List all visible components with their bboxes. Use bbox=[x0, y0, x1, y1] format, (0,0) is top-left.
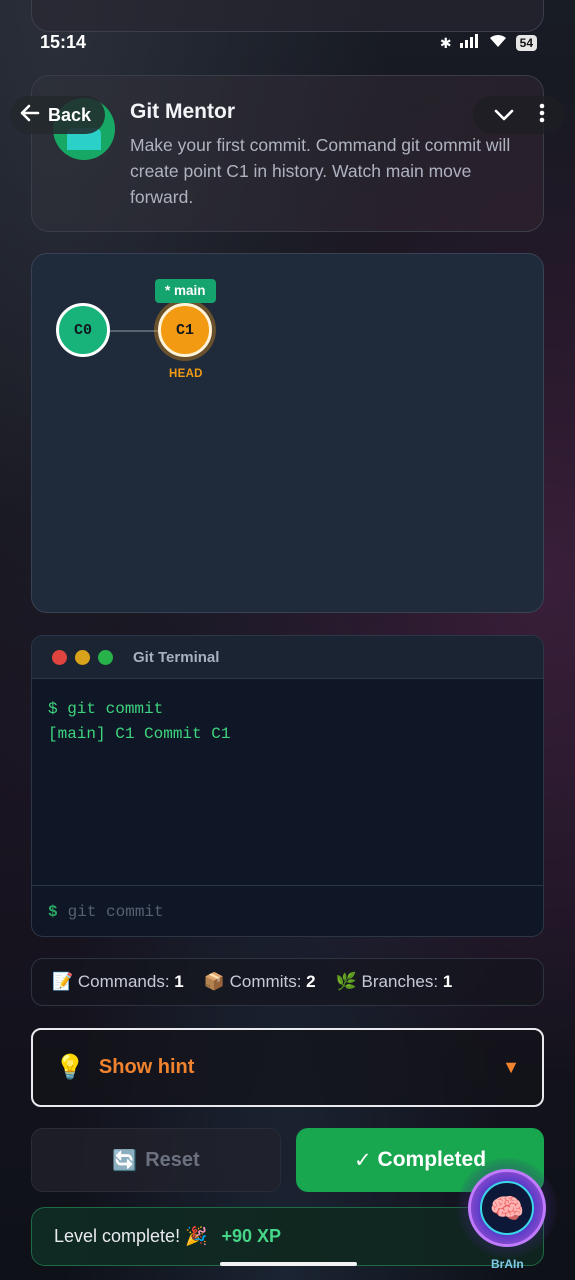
level-complete-text: Level complete! 🎉 bbox=[54, 1226, 208, 1246]
brain-icon: 🧠 bbox=[480, 1181, 534, 1235]
xp-reward: +90 XP bbox=[221, 1226, 282, 1246]
maximize-dot-icon bbox=[98, 649, 113, 665]
reset-label: Reset bbox=[145, 1148, 200, 1171]
commit-graph bbox=[31, 253, 544, 613]
git-terminal: Git Terminal $ git commit [main] C1 Comm… bbox=[31, 635, 544, 937]
previous-card bbox=[31, 0, 544, 32]
signal-icon bbox=[459, 33, 480, 53]
stat-commits-value: 2 bbox=[306, 972, 316, 991]
check-icon: ✓ bbox=[353, 1148, 372, 1172]
prompt-symbol: $ bbox=[48, 902, 58, 921]
back-button[interactable]: Back bbox=[10, 96, 106, 134]
stat-commands: 📝 Commands: 1 bbox=[52, 972, 184, 992]
wifi-icon bbox=[488, 33, 508, 53]
terminal-line: [main] C1 Commit C1 bbox=[48, 725, 231, 743]
stat-branches-value: 1 bbox=[442, 972, 453, 991]
terminal-title: Git Terminal bbox=[133, 648, 220, 666]
head-label: HEAD bbox=[169, 368, 203, 380]
home-indicator[interactable] bbox=[220, 1262, 357, 1266]
stat-commits: 📦 Commits: 2 bbox=[204, 972, 316, 992]
mentor-instruction: Make your first commit. Command git comm… bbox=[130, 135, 511, 207]
package-icon: 📦 bbox=[203, 972, 225, 991]
back-label: Back bbox=[48, 104, 92, 125]
commit-node-c1[interactable]: C1 bbox=[158, 303, 212, 357]
stat-commands-value: 1 bbox=[174, 972, 184, 991]
reset-button[interactable]: 🔄 Reset bbox=[31, 1128, 281, 1192]
chevron-down-icon[interactable] bbox=[494, 105, 514, 126]
reset-icon: 🔄 bbox=[112, 1149, 138, 1172]
brain-label: BrAIn bbox=[491, 1257, 524, 1271]
stat-branches-label: Branches: bbox=[361, 972, 439, 991]
terminal-input[interactable]: $ git commit bbox=[32, 885, 543, 936]
herb-icon: 🌿 bbox=[335, 972, 357, 991]
brain-assistant-button[interactable]: 🧠 bbox=[457, 1158, 557, 1258]
stat-commits-label: Commits: bbox=[229, 972, 302, 991]
status-time: 15:14 bbox=[40, 32, 87, 52]
branch-tag-main: * main bbox=[155, 279, 216, 303]
status-icons: ✱ 54 bbox=[440, 33, 537, 53]
terminal-output: $ git commit [main] C1 Commit C1 bbox=[32, 679, 543, 885]
terminal-line: $ git commit bbox=[48, 700, 164, 718]
memo-icon: 📝 bbox=[52, 972, 74, 991]
battery-indicator: 54 bbox=[515, 35, 537, 51]
bluetooth-icon: ✱ bbox=[439, 34, 452, 51]
stats-bar: 📝 Commands: 1 📦 Commits: 2 🌿 Branches: 1 bbox=[31, 958, 544, 1006]
commit-node-c0[interactable]: C0 bbox=[56, 303, 110, 357]
lightbulb-icon: 💡 bbox=[55, 1054, 85, 1081]
mentor-title: Git Mentor bbox=[130, 100, 235, 123]
hint-label: Show hint bbox=[98, 1056, 195, 1078]
stat-commands-label: Commands: bbox=[77, 972, 170, 991]
minimize-dot-icon bbox=[75, 649, 90, 665]
terminal-header: Git Terminal bbox=[32, 636, 543, 679]
terminal-input-placeholder: git commit bbox=[67, 902, 164, 921]
header-actions bbox=[473, 96, 565, 134]
more-vert-icon[interactable] bbox=[539, 103, 545, 128]
close-dot-icon bbox=[52, 649, 67, 665]
show-hint-toggle[interactable]: 💡 Show hint ▼ bbox=[31, 1028, 544, 1107]
stat-branches: 🌿 Branches: 1 bbox=[336, 972, 453, 992]
completed-label: Completed bbox=[377, 1148, 487, 1171]
arrow-left-icon bbox=[20, 104, 40, 127]
brain-ring: 🧠 bbox=[468, 1169, 546, 1247]
graph-edge bbox=[110, 330, 158, 332]
caret-down-icon: ▼ bbox=[502, 1057, 520, 1077]
